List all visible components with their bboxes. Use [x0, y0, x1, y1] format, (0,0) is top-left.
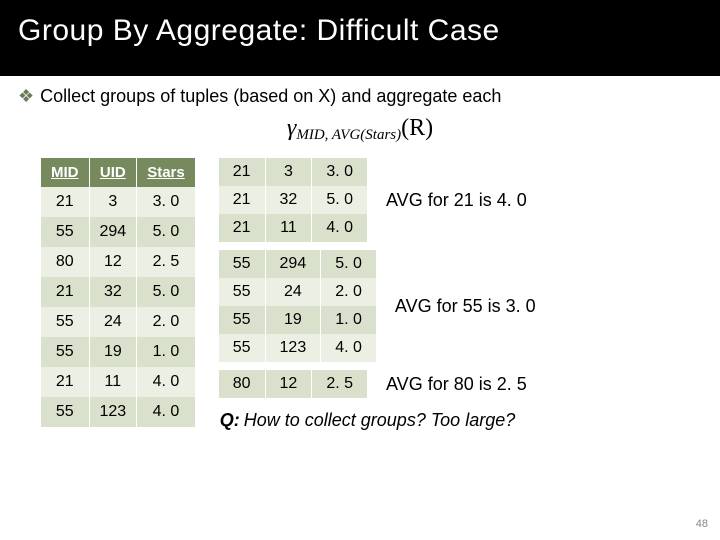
table-cell: 123	[266, 334, 321, 362]
col-uid: UID	[90, 158, 137, 187]
table-cell: 32	[266, 186, 312, 214]
formula-relation: (R)	[401, 115, 433, 141]
table-cell: 2. 5	[137, 247, 195, 277]
table-cell: 80	[219, 370, 265, 398]
table-cell: 55	[41, 217, 89, 247]
group-table: 80122. 5	[218, 370, 368, 398]
avg-label: AVG for 55 is 3. 0	[395, 296, 536, 317]
source-table: MID UID Stars 2133. 0552945. 080122. 521…	[40, 158, 196, 427]
table-row: 551234. 0	[219, 334, 376, 362]
table-row: 21325. 0	[219, 186, 367, 214]
table-cell: 2. 5	[312, 370, 367, 398]
formula: γMID, AVG(Stars)(R)	[18, 115, 702, 144]
question-row: Q: How to collect groups? Too large?	[218, 410, 702, 431]
table-header-row: MID UID Stars	[41, 158, 195, 187]
slide-content: ❖ Collect groups of tuples (based on X) …	[0, 76, 720, 431]
table-cell: 3	[90, 187, 137, 217]
table-row: 552945. 0	[41, 217, 195, 247]
table-cell: 55	[219, 278, 265, 306]
table-cell: 21	[41, 277, 89, 307]
table-cell: 21	[41, 187, 89, 217]
avg-label: AVG for 80 is 2. 5	[386, 374, 527, 395]
slide-number: 48	[696, 518, 708, 530]
table-cell: 4. 0	[137, 367, 195, 397]
table-row: 21114. 0	[219, 214, 367, 242]
group-table: 2133. 021325. 021114. 0	[218, 158, 368, 242]
table-cell: 19	[90, 337, 137, 367]
table-row: 551234. 0	[41, 397, 195, 427]
table-cell: 3	[266, 158, 312, 186]
table-cell: 1. 0	[137, 337, 195, 367]
table-cell: 55	[219, 306, 265, 334]
table-cell: 12	[266, 370, 312, 398]
table-row: 80122. 5	[219, 370, 367, 398]
table-row: 552945. 0	[219, 250, 376, 278]
table-cell: 2. 0	[137, 307, 195, 337]
table-cell: 3. 0	[137, 187, 195, 217]
table-row: 55242. 0	[41, 307, 195, 337]
table-cell: 2. 0	[321, 278, 376, 306]
col-mid: MID	[41, 158, 89, 187]
table-cell: 11	[90, 367, 137, 397]
table-cell: 11	[266, 214, 312, 242]
slide-header: Group By Aggregate: Difficult Case	[0, 0, 720, 76]
table-cell: 55	[219, 250, 265, 278]
table-row: 2133. 0	[219, 158, 367, 186]
table-row: 80122. 5	[41, 247, 195, 277]
table-row: 55242. 0	[219, 278, 376, 306]
table-cell: 80	[41, 247, 89, 277]
table-cell: 4. 0	[321, 334, 376, 362]
table-cell: 21	[41, 367, 89, 397]
table-cell: 5. 0	[312, 186, 367, 214]
table-cell: 21	[219, 214, 265, 242]
table-cell: 19	[266, 306, 321, 334]
source-table-body: 2133. 0552945. 080122. 521325. 055242. 0…	[41, 187, 195, 427]
table-row: 21325. 0	[41, 277, 195, 307]
table-cell: 24	[90, 307, 137, 337]
group-row: 2133. 021325. 021114. 0AVG for 21 is 4. …	[218, 158, 702, 242]
table-cell: 294	[90, 217, 137, 247]
table-cell: 4. 0	[312, 214, 367, 242]
table-cell: 3. 0	[312, 158, 367, 186]
table-cell: 55	[41, 337, 89, 367]
table-cell: 5. 0	[137, 217, 195, 247]
table-cell: 12	[90, 247, 137, 277]
bullet-text: Collect groups of tuples (based on X) an…	[40, 86, 501, 107]
table-cell: 5. 0	[321, 250, 376, 278]
table-cell: 1. 0	[321, 306, 376, 334]
formula-subscript: MID, AVG(Stars)	[296, 127, 401, 143]
group-row: 80122. 5 AVG for 80 is 2. 5	[218, 370, 702, 398]
question-text: How to collect groups? Too large?	[244, 410, 516, 431]
grouped-column: 2133. 021325. 021114. 0AVG for 21 is 4. …	[218, 158, 702, 431]
gamma-symbol: γ	[287, 115, 296, 141]
avg-label: AVG for 21 is 4. 0	[386, 190, 527, 211]
table-cell: 123	[90, 397, 137, 427]
table-cell: 55	[41, 397, 89, 427]
table-cell: 5. 0	[137, 277, 195, 307]
table-cell: 55	[219, 334, 265, 362]
table-cell: 21	[219, 158, 265, 186]
group-row: 552945. 055242. 055191. 0551234. 0AVG fo…	[218, 250, 702, 362]
question-prefix: Q:	[220, 410, 240, 431]
group-table: 552945. 055242. 055191. 0551234. 0	[218, 250, 377, 362]
diamond-bullet-icon: ❖	[18, 86, 34, 107]
table-cell: 21	[219, 186, 265, 214]
table-cell: 32	[90, 277, 137, 307]
table-cell: 24	[266, 278, 321, 306]
table-cell: 4. 0	[137, 397, 195, 427]
slide-title: Group By Aggregate: Difficult Case	[18, 14, 710, 48]
table-row: 2133. 0	[41, 187, 195, 217]
table-cell: 55	[41, 307, 89, 337]
bullet-item: ❖ Collect groups of tuples (based on X) …	[18, 86, 702, 107]
table-row: 21114. 0	[41, 367, 195, 397]
tables-layout: MID UID Stars 2133. 0552945. 080122. 521…	[18, 158, 702, 431]
table-cell: 294	[266, 250, 321, 278]
table-row: 55191. 0	[41, 337, 195, 367]
col-stars: Stars	[137, 158, 195, 187]
table-row: 55191. 0	[219, 306, 376, 334]
